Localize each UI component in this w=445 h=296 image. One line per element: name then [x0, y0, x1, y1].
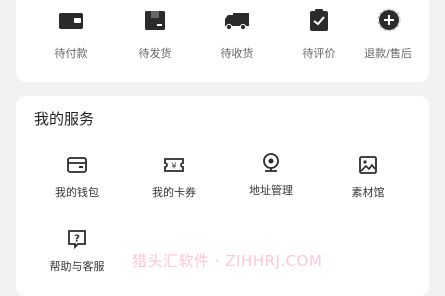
location-pin-icon [263, 153, 279, 172]
service-my-coupons-label: 我的卡券 [152, 186, 196, 199]
service-material-library-label: 素材馆 [351, 186, 385, 199]
order-pending-review[interactable]: 待评价 [284, 6, 354, 68]
service-address-management-label: 地址管理 [249, 184, 293, 197]
order-pending-review-label: 待评价 [302, 47, 336, 60]
wallet-outline-icon [67, 157, 87, 173]
svg-text:?: ? [74, 234, 80, 245]
order-pending-receipt-label: 待收货 [220, 47, 254, 60]
order-status-bar: 待付款 待发货 待收货 待评价 退款/售后 [16, 0, 429, 82]
order-pending-payment-label: 待付款 [54, 47, 88, 60]
service-help-support-label: 帮助与客服 [49, 260, 105, 273]
order-refund-aftersale[interactable]: 退款/售后 [353, 6, 423, 68]
help-icon: ? [68, 230, 86, 250]
coupon-icon: ¥ [164, 158, 184, 172]
wallet-icon [59, 13, 83, 29]
package-icon [145, 11, 165, 30]
watermark: 猎头汇软件 · ZIHHRJ.COM [132, 252, 323, 270]
service-my-wallet[interactable]: 我的钱包 [37, 154, 117, 214]
order-pending-shipment[interactable]: 待发货 [120, 6, 190, 68]
svg-text:¥: ¥ [171, 162, 176, 171]
service-address-management[interactable]: 地址管理 [231, 152, 311, 212]
service-my-coupons[interactable]: ¥ 我的卡券 [134, 154, 214, 214]
order-status-card: 待付款 待发货 待收货 待评价 退款/售后 [16, 0, 429, 82]
truck-icon [225, 13, 249, 31]
service-material-library[interactable]: 素材馆 [328, 154, 408, 214]
order-pending-payment[interactable]: 待付款 [36, 6, 106, 68]
image-gallery-icon [359, 156, 377, 174]
refund-icon [377, 8, 401, 32]
services-title: 我的服务 [34, 110, 95, 128]
service-my-wallet-label: 我的钱包 [55, 186, 99, 199]
service-help-support[interactable]: ? 帮助与客服 [37, 228, 117, 288]
order-pending-receipt[interactable]: 待收货 [202, 6, 272, 68]
clipboard-check-icon [310, 9, 328, 31]
order-pending-shipment-label: 待发货 [138, 47, 172, 60]
order-refund-aftersale-label: 退款/售后 [364, 47, 412, 60]
